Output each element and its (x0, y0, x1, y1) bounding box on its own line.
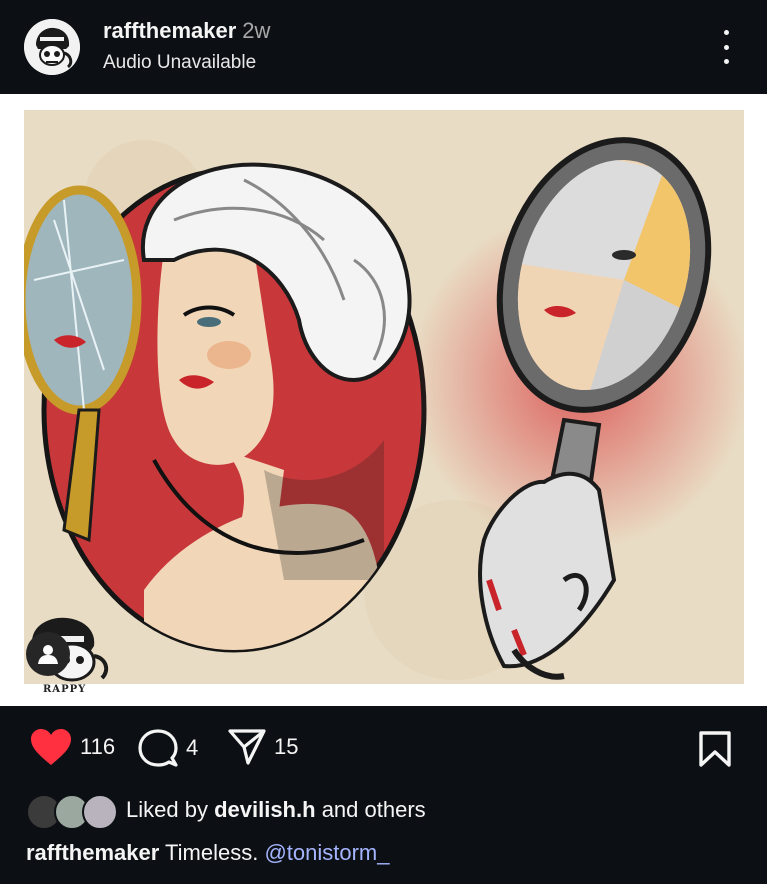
share-send-icon[interactable] (228, 728, 266, 766)
comment-count[interactable]: 4 (186, 735, 198, 761)
liked-by-suffix: and others (321, 797, 426, 822)
share-count[interactable]: 15 (274, 734, 298, 760)
comment-icon[interactable] (138, 728, 178, 768)
post-time: 2w (242, 18, 271, 43)
post-username[interactable]: raffthemaker (103, 18, 236, 43)
more-options-button[interactable] (712, 30, 740, 64)
caption-mention[interactable]: @tonistorm_ (264, 840, 389, 865)
caption-username[interactable]: raffthemaker (26, 840, 159, 865)
caption-text: Timeless. (165, 840, 259, 865)
profile-avatar[interactable] (24, 19, 80, 75)
liked-by-prefix: Liked by (126, 797, 208, 822)
comment-action[interactable]: 4 (138, 728, 198, 768)
post-image-frame[interactable] (0, 94, 767, 706)
more-dot-icon (723, 30, 729, 35)
like-count[interactable]: 116 (80, 734, 115, 760)
like-action[interactable]: 116 (30, 728, 115, 766)
artwork-image (24, 110, 744, 684)
share-action[interactable]: 15 (228, 728, 298, 766)
save-bookmark-button[interactable] (698, 730, 732, 773)
liker-avatars[interactable] (26, 792, 118, 830)
liked-by-row[interactable]: Liked by devilish.h and others (26, 790, 426, 830)
audio-status[interactable]: Audio Unavailable (103, 52, 270, 74)
avatar-skull-illustration (24, 19, 80, 75)
post-actions-bar: 116 4 15 (0, 706, 767, 790)
post-caption: raffthemaker Timeless. @tonistorm_ (26, 840, 389, 866)
artist-signature-text: RAPPY (43, 684, 87, 695)
person-icon (38, 645, 58, 664)
more-dot-icon (723, 44, 729, 50)
liker-avatar (82, 794, 118, 830)
post-header: raffthemaker 2w Audio Unavailable (0, 0, 767, 94)
tagged-users-button[interactable] (26, 632, 70, 676)
more-dot-icon (723, 59, 729, 64)
liked-by-text[interactable]: Liked by devilish.h and others (126, 797, 426, 823)
bookmark-icon[interactable] (698, 730, 732, 768)
heart-filled-icon[interactable] (30, 728, 72, 766)
artwork-illustration (24, 110, 744, 684)
liked-by-user[interactable]: devilish.h (214, 797, 315, 822)
